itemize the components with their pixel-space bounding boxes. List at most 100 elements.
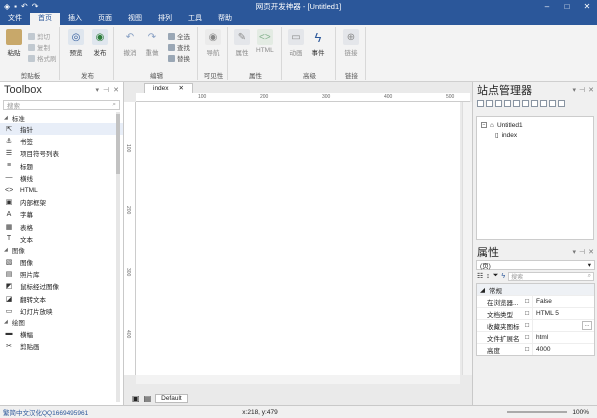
layout-icon[interactable]: ▣	[132, 394, 140, 403]
app-icon[interactable]: ◈	[4, 2, 10, 11]
menu-item[interactable]: 工具	[180, 13, 210, 25]
find-button[interactable]: 查找	[168, 42, 190, 52]
menu-item[interactable]: 视图	[120, 13, 150, 25]
redo-button[interactable]: ↷ 重做	[144, 29, 160, 58]
toolbox-item[interactable]: ▦ 表格	[0, 221, 123, 233]
toolbox-item[interactable]: ▭ 幻灯片放映	[0, 305, 123, 317]
search-icon[interactable]: ⌕	[588, 273, 591, 280]
property-row[interactable]: 文件扩展名 □ html	[477, 331, 594, 343]
toolbox-item[interactable]: ▬ 横幅	[0, 328, 123, 340]
close-icon[interactable]: ✕	[588, 86, 594, 94]
toolbox-item[interactable]: ▤ 照片库	[0, 268, 123, 280]
toolbox-category[interactable]: ◢ 绘图	[0, 317, 123, 328]
bind-box-icon[interactable]: □	[525, 334, 529, 341]
site-root-node[interactable]: − ⌂ Untitled1	[481, 120, 589, 130]
copy-page-icon[interactable]	[495, 100, 502, 107]
toolbox-item[interactable]: A 字幕	[0, 208, 123, 220]
toolbox-scrollbar[interactable]	[115, 112, 121, 402]
publish-button[interactable]: ◉ 发布	[92, 29, 108, 57]
html-button[interactable]: <> HTML	[256, 29, 274, 54]
replace-button[interactable]: 替换	[168, 53, 190, 63]
toolbox-item[interactable]: ☰ 项目符号列表	[0, 147, 123, 159]
events-button[interactable]: ϟ 事件	[310, 29, 326, 58]
toolbox-item[interactable]: ◪ 翻转文本	[0, 292, 123, 304]
undo-button[interactable]: ↶ 撤消	[122, 29, 138, 58]
link-button[interactable]: ⊕ 链接	[343, 29, 359, 57]
preview-button[interactable]: ◎ 预览	[68, 29, 84, 57]
credits-link[interactable]: 繁简中文汉化QQ1669495961	[0, 407, 160, 417]
menu-item[interactable]: 首页	[30, 13, 60, 25]
site-page-node[interactable]: ▯ index	[481, 130, 589, 140]
properties-button[interactable]: ✎ 属性	[234, 29, 250, 57]
property-category[interactable]: ◢ 常规	[477, 284, 594, 295]
pin-icon[interactable]: ⊣	[579, 248, 585, 256]
categorized-icon[interactable]: ☷	[477, 272, 483, 280]
close-tab-icon[interactable]: ✕	[179, 84, 184, 93]
save-icon[interactable]: ▪	[14, 2, 17, 11]
toolbox-item[interactable]: ⇱ 指针	[0, 123, 123, 136]
navigation-button[interactable]: ◉ 导航	[205, 29, 221, 57]
undo-icon[interactable]: ↶	[21, 2, 28, 11]
pin-icon[interactable]: ⊣	[103, 86, 109, 94]
property-row[interactable]: 文档类型 □ HTML 5	[477, 307, 594, 319]
property-row[interactable]: 在浏览器... □ False	[477, 295, 594, 307]
sort-alpha-icon[interactable]: ↕	[486, 273, 490, 280]
paste-button[interactable]: 粘贴	[6, 29, 22, 57]
bind-box-icon[interactable]: □	[525, 298, 529, 305]
layout-alt-icon[interactable]: ▤	[144, 394, 152, 403]
new-page-icon[interactable]	[477, 100, 484, 107]
toolbox-item[interactable]: ⚓ 书签	[0, 135, 123, 147]
editor-vertical-scrollbar[interactable]	[462, 102, 472, 375]
close-icon[interactable]: ✕	[577, 0, 597, 13]
toolbox-category[interactable]: ◢ 图像	[0, 245, 123, 256]
search-icon[interactable]: ⌕	[112, 101, 116, 109]
menu-item[interactable]: 帮助	[210, 13, 240, 25]
menu-item[interactable]: 插入	[60, 13, 90, 25]
collapse-toggle-icon[interactable]: −	[481, 122, 487, 128]
page-properties-icon[interactable]	[504, 100, 511, 107]
animation-button[interactable]: ▭ 动画	[288, 29, 304, 57]
browse-button[interactable]: …	[582, 321, 592, 330]
tab-index[interactable]: index ✕	[144, 83, 193, 93]
lightning-icon[interactable]: ϟ	[501, 273, 505, 280]
default-layout-tab[interactable]: Default	[155, 394, 188, 403]
settings-icon[interactable]	[540, 100, 547, 107]
new-folder-icon[interactable]	[486, 100, 493, 107]
collapse-icon[interactable]	[558, 100, 565, 107]
bind-box-icon[interactable]: □	[525, 322, 529, 329]
dropdown-icon[interactable]: ▾	[573, 86, 577, 94]
toolbox-item[interactable]: ≡ 标题	[0, 160, 123, 172]
filter-icon[interactable]: ⏷	[493, 272, 499, 280]
pin-icon[interactable]: ⊣	[579, 86, 585, 94]
import-icon[interactable]	[513, 100, 520, 107]
bind-box-icon[interactable]: □	[525, 310, 529, 317]
menu-item[interactable]: 页面	[90, 13, 120, 25]
editor-horizontal-scrollbar[interactable]	[136, 375, 460, 384]
toolbox-search-input[interactable]: 搜索 ⌕	[3, 100, 120, 110]
close-icon[interactable]: ✕	[588, 248, 594, 256]
toolbox-item[interactable]: ▣ 内部框架	[0, 196, 123, 208]
bind-box-icon[interactable]: □	[525, 346, 529, 353]
toolbox-item[interactable]: <> HTML	[0, 184, 123, 196]
toolbox-item[interactable]: ▧ 图像	[0, 256, 123, 268]
property-row[interactable]: 高度 □ 4000	[477, 343, 594, 355]
object-selector[interactable]: (页) ▾	[476, 260, 595, 270]
dropdown-icon[interactable]: ▾	[573, 248, 577, 256]
toolbox-item[interactable]: ✂ 剪贴画	[0, 340, 123, 352]
delete-icon[interactable]	[549, 100, 556, 107]
select-all-button[interactable]: 全选	[168, 31, 190, 41]
move-icon[interactable]	[531, 100, 538, 107]
toolbox-item[interactable]: ◩ 鼠标经过图像	[0, 280, 123, 292]
format-painter-button[interactable]: 格式刷	[28, 53, 57, 63]
minimize-icon[interactable]: –	[537, 0, 557, 13]
menu-item[interactable]: 排列	[150, 13, 180, 25]
copy-button[interactable]: 复制	[28, 42, 50, 52]
zoom-slider[interactable]	[507, 411, 567, 413]
property-row[interactable]: 收藏夹图标 □…	[477, 319, 594, 331]
toolbox-category[interactable]: ◢ 标准	[0, 112, 123, 123]
toolbox-item[interactable]: — 横线	[0, 172, 123, 184]
design-canvas[interactable]	[136, 102, 460, 375]
menu-item[interactable]: 文件	[0, 13, 30, 25]
maximize-icon[interactable]: □	[557, 0, 577, 13]
cut-button[interactable]: 剪切	[28, 31, 50, 41]
